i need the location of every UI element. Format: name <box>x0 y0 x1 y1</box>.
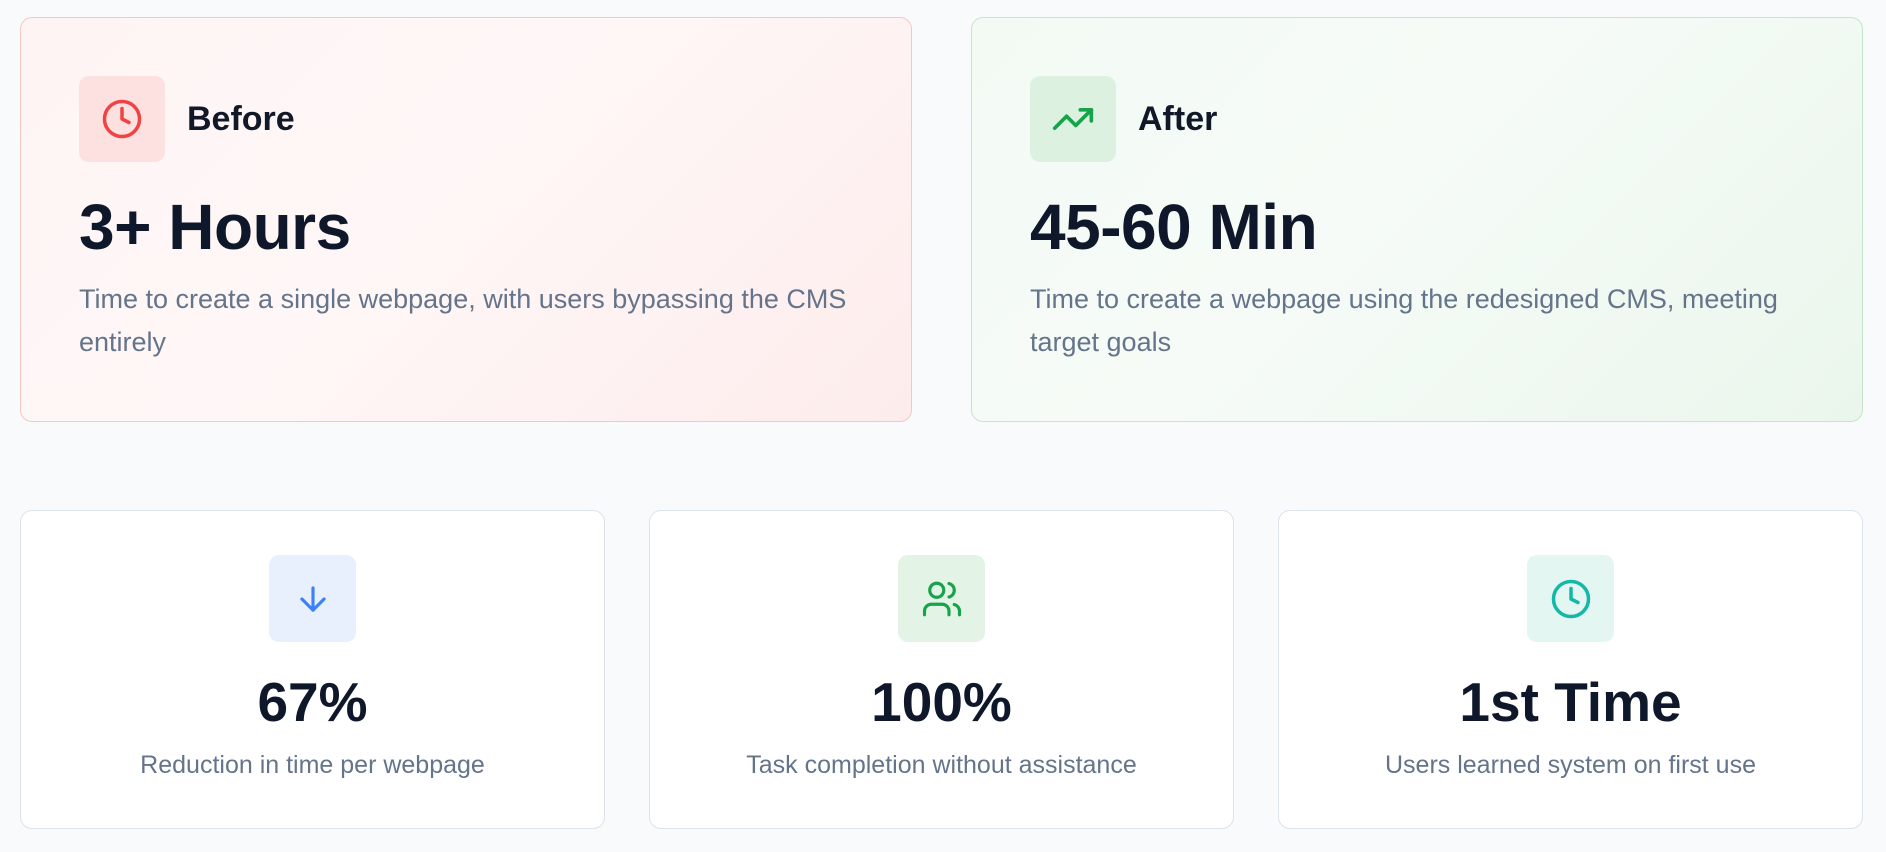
after-card-header: After <box>1030 76 1804 162</box>
clock-icon <box>1527 555 1614 642</box>
stat-value: 67% <box>257 671 368 733</box>
clock-icon <box>79 76 165 162</box>
after-card: After 45-60 Min Time to create a webpage… <box>971 17 1863 422</box>
arrow-down-icon <box>269 555 356 642</box>
users-icon <box>898 555 985 642</box>
stat-description: Task completion without assistance <box>746 750 1137 779</box>
before-card: Before 3+ Hours Time to create a single … <box>20 17 912 422</box>
before-value: 3+ Hours <box>79 191 351 263</box>
before-description: Time to create a single webpage, with us… <box>79 284 847 358</box>
stat-value: 1st Time <box>1459 671 1682 733</box>
after-label: After <box>1138 99 1218 138</box>
stat-card-task-completion: 100% Task completion without assistance <box>649 510 1234 829</box>
stat-value: 100% <box>871 671 1012 733</box>
stat-card-first-use: 1st Time Users learned system on first u… <box>1278 510 1863 829</box>
after-value: 45-60 Min <box>1030 191 1318 263</box>
before-label: Before <box>187 99 295 138</box>
after-description: Time to create a webpage using the redes… <box>1030 284 1778 358</box>
stat-card-time-reduction: 67% Reduction in time per webpage <box>20 510 605 829</box>
trending-up-icon <box>1030 76 1116 162</box>
stat-description: Reduction in time per webpage <box>140 750 485 779</box>
stat-description: Users learned system on first use <box>1385 750 1756 779</box>
before-card-header: Before <box>79 76 853 162</box>
